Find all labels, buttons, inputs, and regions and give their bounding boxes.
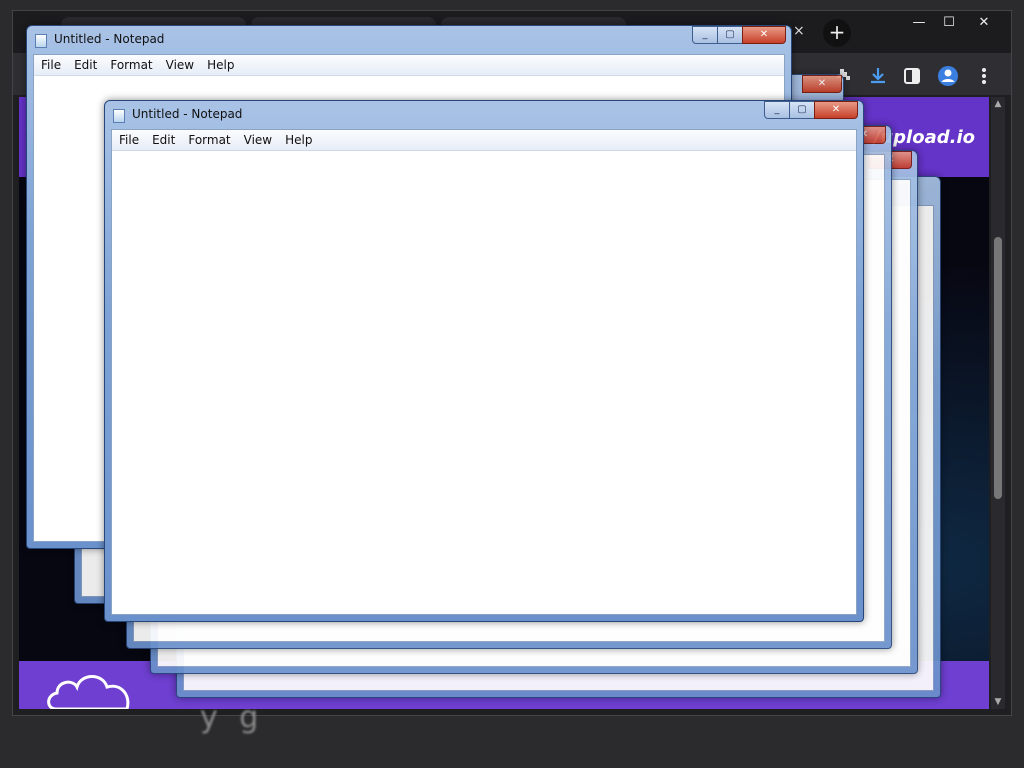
menu-bar: File Edit Format View Help (34, 55, 784, 76)
menu-edit[interactable]: Edit (67, 55, 103, 75)
maximize-icon[interactable]: ▢ (717, 26, 743, 44)
menu-file[interactable]: File (112, 130, 145, 150)
scroll-up-icon[interactable]: ▲ (994, 99, 1002, 109)
menu-format[interactable]: Format (103, 55, 158, 75)
notepad-icon (35, 34, 47, 48)
download-icon[interactable] (865, 63, 891, 89)
tab-close-icon[interactable]: × (793, 23, 805, 39)
text-editor[interactable] (112, 151, 856, 614)
menu-edit[interactable]: Edit (145, 130, 181, 150)
close-icon[interactable]: ✕ (742, 26, 786, 44)
menu-format[interactable]: Format (181, 130, 236, 150)
browser-minimize-button[interactable]: — (903, 13, 935, 33)
maximize-icon[interactable]: ▢ (789, 101, 815, 119)
new-tab-button[interactable]: + (823, 19, 851, 47)
profile-icon[interactable] (935, 63, 961, 89)
window-titlebar[interactable]: Untitled - Notepad _ ▢ ✕ (105, 101, 863, 129)
window-title: Untitled - Notepad (54, 32, 165, 46)
menu-view[interactable]: View (159, 55, 200, 75)
minimize-icon[interactable]: _ (764, 101, 790, 119)
scrollbar-thumb[interactable] (994, 237, 1002, 499)
notepad-window[interactable]: Untitled - Notepad _ ▢ ✕ File Edit Format V… (104, 100, 864, 622)
close-icon[interactable]: ✕ (802, 75, 842, 93)
menu-help[interactable]: Help (278, 130, 318, 150)
menu-help[interactable]: Help (200, 55, 240, 75)
minimize-icon[interactable]: _ (692, 26, 718, 44)
menu-icon[interactable] (971, 63, 997, 89)
menu-view[interactable]: View (237, 130, 278, 150)
side-panel-icon[interactable] (899, 63, 925, 89)
browser-maximize-button[interactable]: ☐ (933, 13, 965, 33)
cloud-icon (47, 675, 130, 709)
scroll-down-icon[interactable]: ▼ (994, 697, 1002, 707)
notepad-icon (113, 109, 125, 123)
notepad-client: File Edit Format View Help (111, 129, 857, 615)
window-titlebar[interactable]: Untitled - Notepad _ ▢ ✕ (27, 26, 791, 54)
blurred-caption: y g (200, 700, 265, 735)
window-title: Untitled - Notepad (132, 107, 243, 121)
browser-close-button[interactable]: ✕ (968, 13, 1000, 33)
menu-file[interactable]: File (34, 55, 67, 75)
menu-bar: File Edit Format View Help (112, 130, 856, 151)
close-icon[interactable]: ✕ (814, 101, 858, 119)
